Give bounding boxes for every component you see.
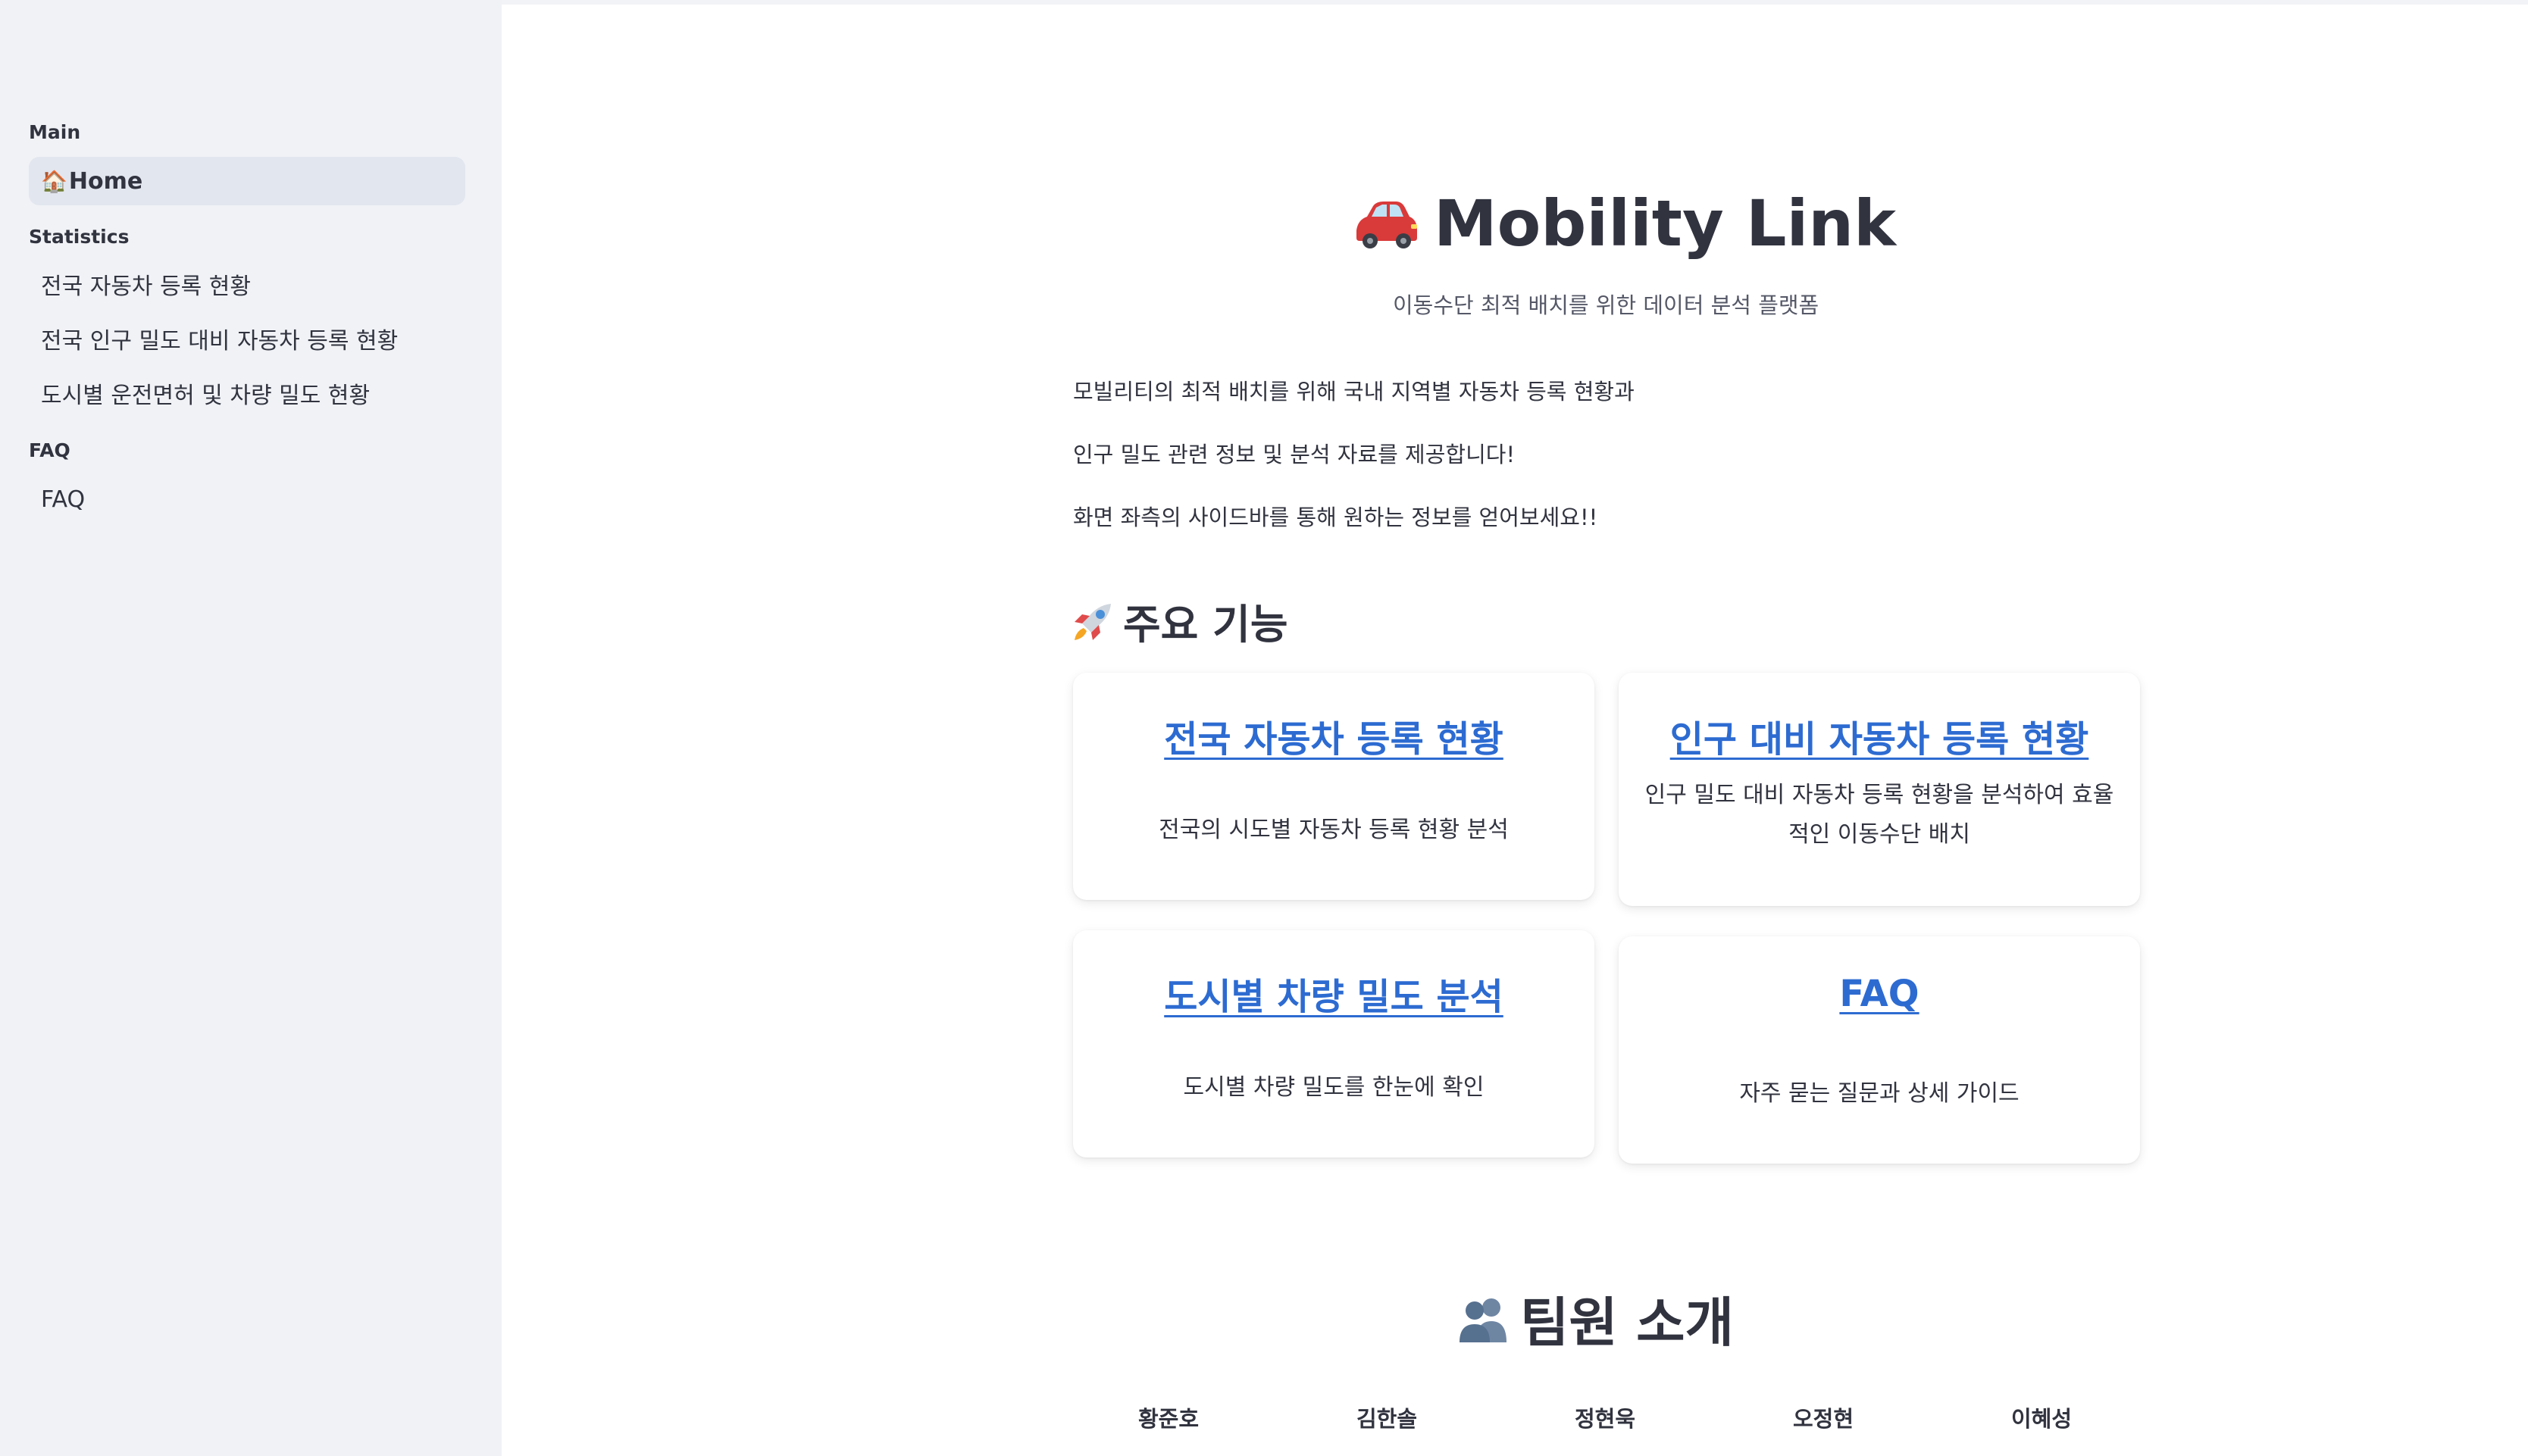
intro-line-3: 화면 좌측의 사이드바를 통해 원하는 정보를 얻어보세요!! <box>1073 505 1598 530</box>
sidebar-item-label: FAQ <box>41 486 86 513</box>
car-icon <box>1356 202 1417 248</box>
sidebar-item-city-license-density[interactable]: 도시별 운전면허 및 차량 밀도 현황 <box>29 369 465 417</box>
feature-card-faq: FAQ 자주 묻는 질문과 상세 가이드 <box>1619 936 2140 1164</box>
card-description: 전국의 시도별 자동차 등록 현황 분석 <box>1159 817 1509 843</box>
sidebar-item-label: Home <box>68 167 143 195</box>
sidebar-section-main: Main <box>29 121 81 143</box>
features-heading: 주요 기능 <box>1072 591 1288 651</box>
card-link-national-registration[interactable]: 전국 자동차 등록 현황 <box>1073 709 1594 762</box>
sidebar-item-faq[interactable]: FAQ <box>29 475 465 523</box>
team-member-name: 김한솔 <box>1356 1406 1418 1432</box>
rocket-icon <box>1075 603 1111 640</box>
top-decoration-bar <box>502 0 2528 5</box>
app-root: Main 🏠 Home Statistics 전국 자동차 등록 현황 전국 인… <box>0 0 2528 1456</box>
intro-line-1: 모빌리티의 최적 배치를 위해 국내 지역별 자동차 등록 현황과 <box>1073 379 1635 405</box>
intro-line-2: 인구 밀도 관련 정보 및 분석 자료를 제공합니다! <box>1073 442 1516 467</box>
feature-card-population-registration: 인구 대비 자동차 등록 현황 인구 밀도 대비 자동차 등록 현황을 분석하여… <box>1619 673 2140 906</box>
team-member-name: 황준호 <box>1137 1406 1200 1432</box>
sidebar-item-national-registration[interactable]: 전국 자동차 등록 현황 <box>29 260 465 308</box>
feature-card-national-registration: 전국 자동차 등록 현황 전국의 시도별 자동차 등록 현황 분석 <box>1073 673 1594 900</box>
features-heading-text: 주요 기능 <box>1123 601 1288 648</box>
sidebar-item-label: 전국 자동차 등록 현황 <box>41 273 252 300</box>
page-title-text: Mobility Link <box>1434 186 1896 261</box>
sidebar-section-statistics: Statistics <box>29 226 130 248</box>
house-icon: 🏠 <box>41 168 67 194</box>
sidebar-item-home[interactable]: 🏠 Home <box>29 157 465 205</box>
team-heading-text: 팀원 소개 <box>1520 1292 1734 1354</box>
card-description: 도시별 차량 밀도를 한눈에 확인 <box>1183 1074 1485 1101</box>
people-icon <box>1460 1298 1506 1342</box>
sidebar-item-population-density-registration[interactable]: 전국 인구 밀도 대비 자동차 등록 현황 <box>29 314 465 363</box>
page-subtitle: 이동수단 최적 배치를 위한 데이터 분석 플랫폼 <box>1393 292 1819 318</box>
card-link-city-density[interactable]: 도시별 차량 밀도 분석 <box>1073 967 1594 1020</box>
team-member-name: 오정현 <box>1792 1406 1854 1432</box>
team-heading: 팀원 소개 <box>1455 1280 1734 1357</box>
card-link-faq[interactable]: FAQ <box>1619 973 2140 1015</box>
team-member-name: 이혜성 <box>2010 1406 2073 1432</box>
sidebar-section-faq: FAQ <box>29 439 70 461</box>
sidebar-item-label: 전국 인구 밀도 대비 자동차 등록 현황 <box>41 328 399 355</box>
card-link-population-registration[interactable]: 인구 대비 자동차 등록 현황 <box>1619 709 2140 762</box>
team-member-name: 정현욱 <box>1574 1406 1636 1432</box>
page-title: Mobility Link <box>1349 182 1896 265</box>
card-description: 자주 묻는 질문과 상세 가이드 <box>1739 1080 2020 1107</box>
card-description: 인구 밀도 대비 자동차 등록 현황을 분석하여 효율적인 이동수단 배치 <box>1644 782 2114 848</box>
feature-card-city-density: 도시별 차량 밀도 분석 도시별 차량 밀도를 한눈에 확인 <box>1073 930 1594 1158</box>
sidebar-item-label: 도시별 운전면허 및 차량 밀도 현황 <box>41 383 371 409</box>
sidebar: Main 🏠 Home Statistics 전국 자동차 등록 현황 전국 인… <box>0 0 502 1456</box>
